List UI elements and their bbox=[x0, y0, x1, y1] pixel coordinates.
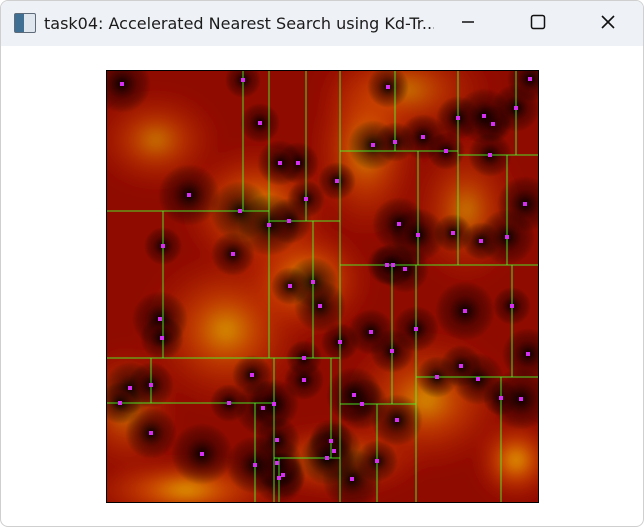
app-icon bbox=[14, 13, 36, 33]
kd-point bbox=[451, 231, 455, 235]
kd-point bbox=[514, 106, 518, 110]
kd-point bbox=[304, 197, 308, 201]
app-window: task04: Accelerated Nearest Search using… bbox=[0, 0, 644, 527]
minimize-button[interactable] bbox=[445, 1, 491, 46]
kd-point bbox=[488, 153, 492, 157]
kd-point bbox=[459, 364, 463, 368]
kd-point bbox=[261, 406, 265, 410]
kd-point bbox=[414, 327, 418, 331]
kd-point bbox=[311, 280, 315, 284]
kd-point bbox=[253, 463, 257, 467]
kd-point bbox=[329, 439, 333, 443]
kd-point bbox=[281, 473, 285, 477]
kd-point bbox=[491, 122, 495, 126]
kd-tree-canvas[interactable] bbox=[106, 70, 539, 503]
kd-point bbox=[302, 356, 306, 360]
kd-point bbox=[278, 161, 282, 165]
kd-point bbox=[385, 263, 389, 267]
kd-point bbox=[275, 461, 279, 465]
kd-point bbox=[158, 317, 162, 321]
kd-point bbox=[375, 459, 379, 463]
kd-point bbox=[352, 393, 356, 397]
kd-point bbox=[391, 263, 395, 267]
kd-point bbox=[128, 386, 132, 390]
kd-point bbox=[335, 179, 339, 183]
kd-point bbox=[149, 383, 153, 387]
kd-point bbox=[161, 244, 165, 248]
maximize-icon bbox=[530, 14, 546, 34]
kd-point bbox=[421, 135, 425, 139]
kd-point bbox=[200, 452, 204, 456]
kd-point bbox=[390, 349, 394, 353]
kd-point bbox=[120, 82, 124, 86]
nearest-search-visualization bbox=[106, 70, 539, 503]
kd-point bbox=[160, 336, 164, 340]
kd-point bbox=[476, 377, 480, 381]
title-bar[interactable]: task04: Accelerated Nearest Search using… bbox=[1, 1, 643, 46]
kd-point bbox=[287, 219, 291, 223]
kd-point bbox=[479, 239, 483, 243]
kd-point bbox=[250, 373, 254, 377]
kd-point bbox=[288, 284, 292, 288]
kd-point bbox=[275, 438, 279, 442]
kd-point bbox=[277, 476, 281, 480]
kd-point bbox=[403, 267, 407, 271]
kd-point bbox=[371, 143, 375, 147]
kd-point bbox=[325, 456, 329, 460]
kd-point bbox=[395, 418, 399, 422]
kd-point bbox=[386, 85, 390, 89]
kd-point bbox=[456, 116, 460, 120]
kd-point bbox=[444, 149, 448, 153]
kd-point bbox=[482, 114, 486, 118]
kd-point bbox=[272, 402, 276, 406]
kd-point bbox=[369, 330, 373, 334]
kd-point bbox=[505, 235, 509, 239]
kd-point bbox=[241, 78, 245, 82]
kd-point bbox=[227, 401, 231, 405]
kd-point bbox=[523, 202, 527, 206]
kd-point bbox=[238, 209, 242, 213]
close-button[interactable] bbox=[585, 1, 631, 46]
kd-point bbox=[360, 402, 364, 406]
kd-point bbox=[463, 309, 467, 313]
kd-point bbox=[258, 121, 262, 125]
close-icon bbox=[600, 14, 616, 34]
kd-point bbox=[231, 252, 235, 256]
kd-point bbox=[296, 161, 300, 165]
minimize-icon bbox=[461, 14, 475, 33]
kd-point bbox=[528, 77, 532, 81]
kd-point bbox=[302, 378, 306, 382]
maximize-button[interactable] bbox=[515, 1, 561, 46]
kd-point bbox=[318, 304, 322, 308]
kd-point bbox=[510, 304, 514, 308]
kd-point bbox=[435, 375, 439, 379]
kd-point bbox=[393, 140, 397, 144]
kd-point bbox=[397, 222, 401, 226]
kd-point bbox=[149, 431, 153, 435]
kd-point bbox=[332, 449, 336, 453]
kd-point bbox=[526, 352, 530, 356]
kd-point bbox=[118, 401, 122, 405]
kd-point bbox=[338, 340, 342, 344]
kd-point bbox=[416, 233, 420, 237]
kd-point bbox=[350, 477, 354, 481]
window-title: task04: Accelerated Nearest Search using… bbox=[44, 14, 434, 33]
kd-point bbox=[499, 396, 503, 400]
kd-point bbox=[267, 223, 271, 227]
kd-point bbox=[519, 397, 523, 401]
kd-point bbox=[187, 193, 191, 197]
